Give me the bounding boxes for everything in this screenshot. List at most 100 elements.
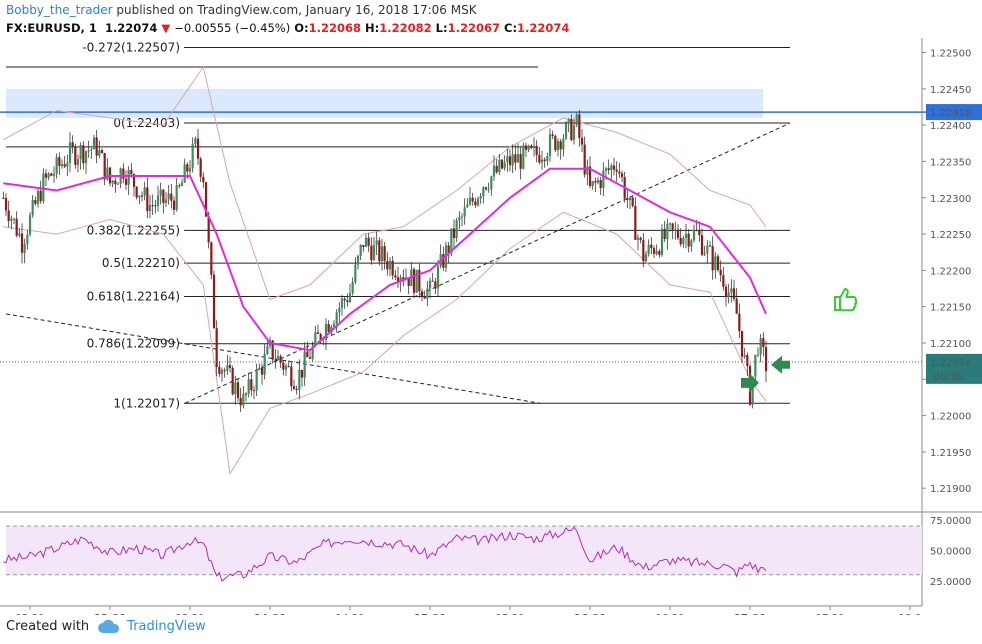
candle-body (332, 323, 336, 327)
candle-body (18, 233, 21, 236)
candle-body (687, 233, 690, 247)
candle-body (695, 230, 698, 232)
candle-body (442, 254, 445, 268)
candle-body (114, 180, 117, 185)
candle-body (642, 239, 645, 262)
candle-body (626, 198, 629, 200)
fib-level-label: 0.618(1.22164) (87, 290, 180, 304)
y-tick-label: 1.22350 (930, 157, 971, 168)
rsi-tick-label: 75.0000 (930, 516, 971, 527)
candle-body (71, 142, 74, 148)
candle-body (178, 185, 181, 187)
candle-body (23, 243, 26, 253)
y-tick-label: 1.22450 (930, 85, 971, 96)
candle-body (607, 168, 610, 171)
candle-body (306, 351, 309, 358)
candle-body (508, 156, 512, 166)
candle-body (26, 234, 29, 244)
candle-body (602, 170, 605, 189)
candle-body (604, 168, 608, 171)
candle-body (300, 369, 304, 378)
candle-body (458, 217, 461, 221)
candle-body (570, 118, 573, 140)
candle-body (372, 244, 376, 261)
candle-body (436, 265, 440, 289)
candle-body (210, 242, 213, 275)
candle-body (610, 165, 613, 171)
candle-body (266, 346, 269, 354)
y-tick-label: 1.22500 (930, 49, 971, 60)
y-tick-label: 1.22400 (930, 121, 971, 132)
candle-body (679, 237, 682, 245)
y-tick-label: 1.22250 (930, 230, 971, 241)
candle-body (420, 291, 424, 297)
candle-body (535, 146, 538, 155)
candle-body (682, 237, 685, 245)
candle-body (282, 362, 285, 370)
x-tick-label: 14:30 (336, 613, 365, 615)
candle-body (564, 123, 568, 139)
candle-body (351, 282, 354, 294)
tradingview-link[interactable]: TradingView (127, 619, 206, 634)
candle-body (348, 293, 352, 302)
candle-body (514, 154, 517, 163)
candle-body (663, 228, 666, 240)
candle-body (47, 173, 50, 178)
candle-body (431, 280, 434, 282)
candle-body (727, 292, 730, 298)
candle-body (743, 355, 746, 357)
x-tick-label: 12:30 (16, 613, 45, 615)
candle-body (676, 229, 680, 238)
candle-body (338, 307, 341, 313)
candle-body (7, 210, 10, 221)
candle-body (647, 244, 650, 254)
candle-body (703, 253, 706, 255)
candle-body (388, 260, 392, 270)
candle-body (636, 237, 640, 240)
candle-body (28, 215, 32, 235)
fib-level-label: 0.5(1.22210) (102, 256, 180, 270)
fib-level-label: -0.272(1.22507) (82, 40, 180, 54)
candle-body (42, 173, 45, 202)
candle-body (634, 206, 637, 240)
candle-body (754, 354, 757, 377)
candle-body (556, 141, 560, 151)
x-tick-label: 13:00 (94, 613, 126, 615)
candle-body (631, 197, 634, 207)
candle-body (335, 312, 338, 324)
candle-body (172, 200, 176, 210)
candle-body (543, 159, 546, 162)
candle-body (594, 181, 597, 183)
candle-body (20, 233, 24, 253)
candle-body (455, 220, 458, 239)
candle-body (466, 204, 469, 208)
candle-body (175, 185, 178, 210)
candle-body (506, 156, 509, 163)
candle-body (498, 159, 501, 173)
candle-body (364, 237, 368, 247)
candle-body (247, 379, 250, 394)
candle-body (202, 176, 205, 183)
candle-body (68, 142, 72, 163)
candle-body (188, 168, 192, 172)
candle-body (412, 269, 416, 293)
candle-body (463, 207, 466, 217)
candle-body (756, 354, 760, 356)
candle-body (460, 216, 464, 218)
candle-body (274, 359, 277, 361)
candle-body (226, 365, 229, 371)
candle-body (60, 164, 64, 166)
candle-body (180, 182, 184, 186)
candle-body (191, 143, 194, 169)
candle-body (482, 187, 485, 197)
candle-body (82, 145, 85, 164)
candle-body (740, 330, 744, 357)
candle-body (2, 197, 5, 199)
candle-body (527, 145, 530, 150)
candle-body (215, 328, 218, 367)
candle-body (52, 173, 56, 176)
candle-body (583, 144, 586, 175)
candle-body (698, 230, 701, 236)
candle-body (618, 171, 621, 174)
footer: Created with TradingView (6, 619, 206, 634)
